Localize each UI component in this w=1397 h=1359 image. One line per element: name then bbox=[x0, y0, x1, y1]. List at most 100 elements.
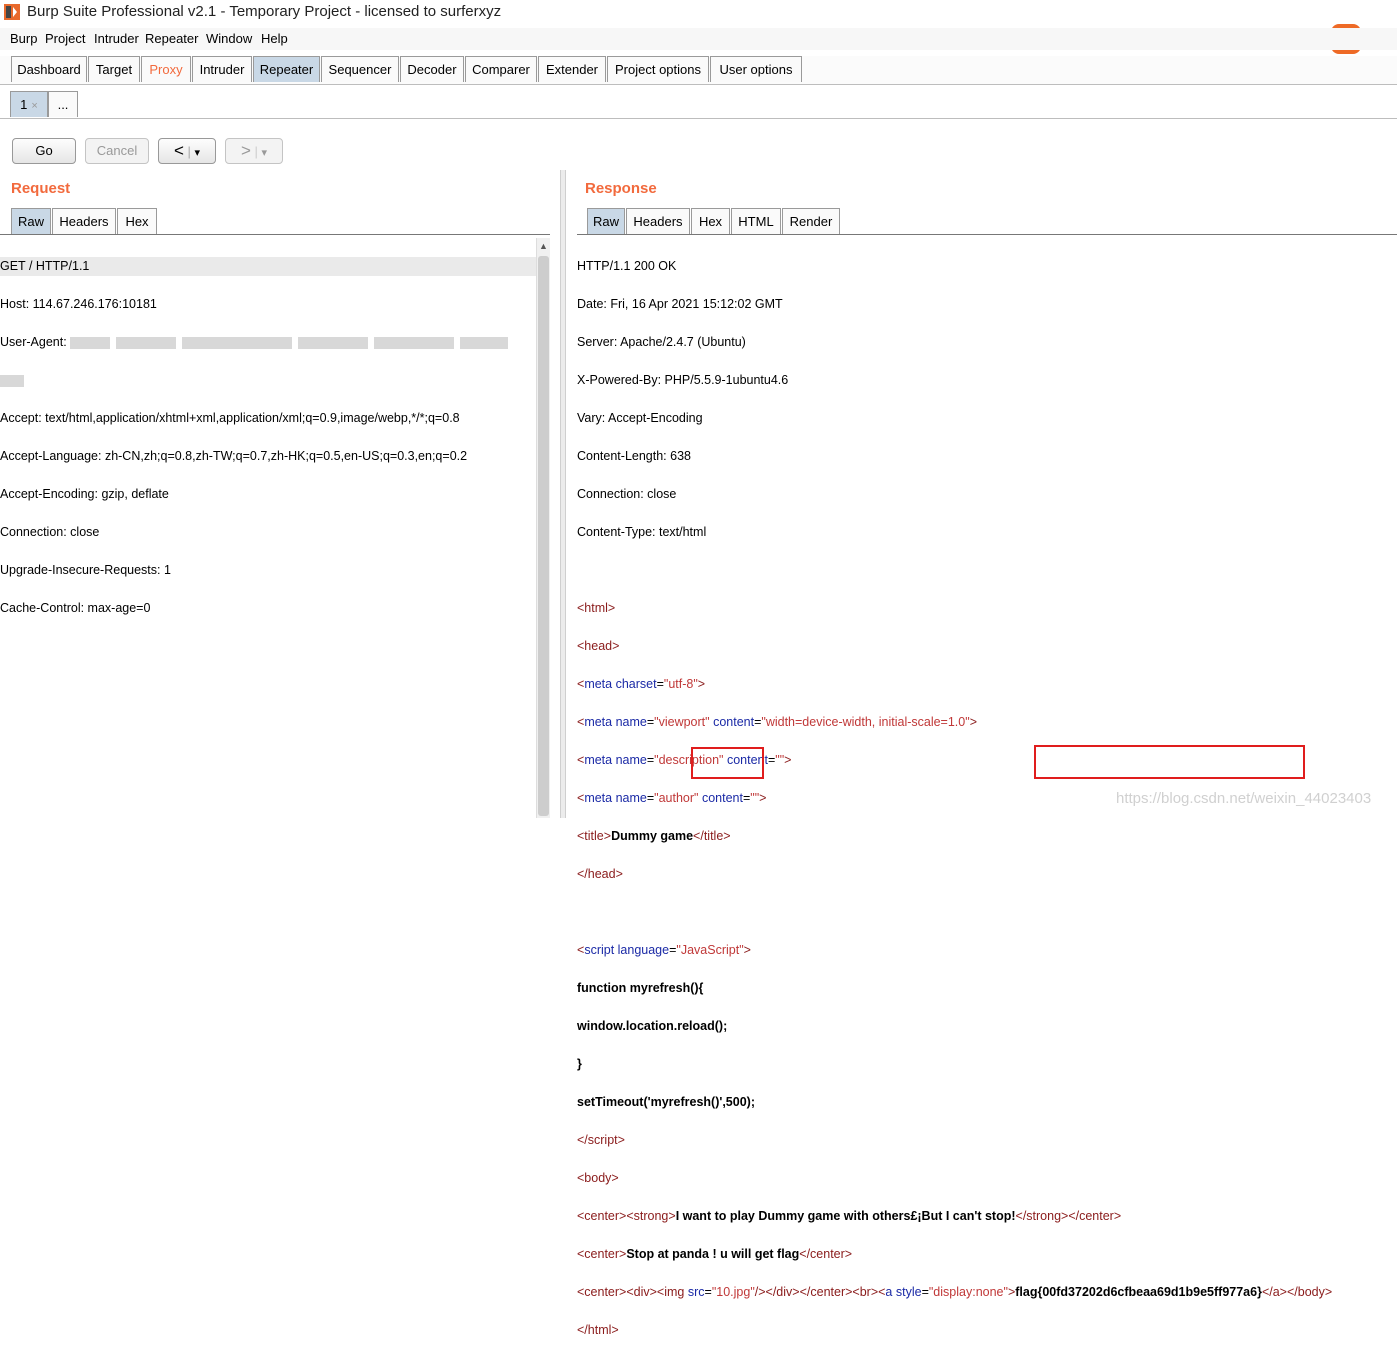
request-tab-headers[interactable]: Headers bbox=[52, 208, 116, 234]
response-header: Content-Length: 638 bbox=[577, 449, 691, 463]
response-header: Content-Type: text/html bbox=[577, 525, 707, 539]
request-tab-label: Raw bbox=[17, 214, 44, 229]
scrollbar-thumb[interactable] bbox=[538, 256, 549, 816]
redacted-block bbox=[460, 336, 509, 349]
html-line: <title>Dummy game</title> bbox=[577, 829, 731, 843]
tab-label: Dashboard bbox=[17, 62, 81, 77]
response-tab-hex[interactable]: Hex bbox=[691, 208, 730, 234]
response-header: Date: Fri, 16 Apr 2021 15:12:02 GMT bbox=[577, 297, 783, 311]
title-bar: Burp Suite Professional v2.1 - Temporary… bbox=[0, 0, 1397, 26]
script-line: } bbox=[577, 1057, 582, 1071]
response-editor[interactable]: HTTP/1.1 200 OK Date: Fri, 16 Apr 2021 1… bbox=[577, 238, 1387, 1337]
back-icon: < bbox=[173, 141, 184, 160]
html-line: <center>Stop at panda ! u will get flag<… bbox=[577, 1247, 853, 1261]
redacted-block bbox=[298, 336, 369, 349]
center-text-2: Stop at panda ! u will get flag bbox=[626, 1247, 800, 1261]
response-tab-html[interactable]: HTML bbox=[731, 208, 781, 234]
response-header: Connection: close bbox=[577, 487, 677, 501]
tab-sequencer[interactable]: Sequencer bbox=[321, 56, 399, 82]
tab-label: Intruder bbox=[199, 62, 245, 77]
repeater-tab-label: 1 bbox=[20, 97, 28, 112]
back-button[interactable]: < | ▾ bbox=[158, 138, 216, 164]
tab-comparer[interactable]: Comparer bbox=[465, 56, 537, 82]
html-line: <meta name="viewport" content="width=dev… bbox=[577, 715, 977, 729]
center-text-1: I want to play Dummy game with others£¡B… bbox=[675, 1209, 1016, 1223]
request-tab-hex[interactable]: Hex bbox=[117, 208, 157, 234]
close-icon[interactable]: × bbox=[31, 100, 37, 112]
tab-intruder[interactable]: Intruder bbox=[192, 56, 252, 82]
request-header: Upgrade-Insecure-Requests: 1 bbox=[0, 563, 171, 577]
tab-dashboard[interactable]: Dashboard bbox=[11, 56, 87, 82]
response-tab-underline bbox=[577, 234, 1397, 235]
repeater-tab-new[interactable]: ... bbox=[48, 91, 78, 117]
tab-label: Comparer bbox=[472, 62, 530, 77]
request-scrollbar[interactable]: ▲ bbox=[536, 238, 550, 818]
response-header: Vary: Accept-Encoding bbox=[577, 411, 703, 425]
request-title: Request bbox=[11, 180, 71, 197]
tab-repeater[interactable]: Repeater bbox=[253, 56, 320, 82]
request-header: Accept-Language: zh-CN,zh;q=0.8,zh-TW;q=… bbox=[0, 449, 468, 463]
new-tab-label: ... bbox=[57, 97, 69, 112]
script-line: function myrefresh(){ bbox=[577, 981, 704, 995]
html-line: <html> bbox=[577, 601, 616, 615]
forward-dropdown-icon[interactable]: ▾ bbox=[262, 147, 268, 159]
script-line: setTimeout('myrefresh()',500); bbox=[577, 1095, 755, 1109]
split-pane-divider[interactable] bbox=[560, 170, 566, 818]
request-header-continuation bbox=[0, 371, 536, 390]
watermark: https://blog.csdn.net/weixin_44023403 bbox=[1116, 790, 1372, 807]
cancel-button[interactable]: Cancel bbox=[85, 138, 149, 164]
tab-proxy[interactable]: Proxy bbox=[141, 56, 191, 82]
menu-intruder[interactable]: Intruder bbox=[94, 31, 139, 46]
request-tab-raw[interactable]: Raw bbox=[11, 208, 51, 234]
forward-button[interactable]: > | ▾ bbox=[225, 138, 283, 164]
request-header-user-agent: User-Agent: bbox=[0, 333, 536, 352]
request-tab-label: Hex bbox=[125, 214, 149, 229]
request-editor[interactable]: GET / HTTP/1.1 Host: 114.67.246.176:1018… bbox=[0, 238, 536, 818]
tab-user-options[interactable]: User options bbox=[710, 56, 802, 82]
redacted-block bbox=[182, 336, 293, 349]
request-header: Host: 114.67.246.176:10181 bbox=[0, 297, 157, 311]
request-tab-underline bbox=[0, 234, 550, 235]
redacted-block bbox=[374, 336, 455, 349]
redacted-block bbox=[70, 336, 111, 349]
repeater-tab-1[interactable]: 1 × bbox=[10, 91, 48, 117]
request-line: GET / HTTP/1.1 bbox=[0, 257, 536, 276]
tab-label: Sequencer bbox=[328, 62, 392, 77]
response-header: X-Powered-By: PHP/5.5.9-1ubuntu4.6 bbox=[577, 373, 789, 387]
tab-label: Extender bbox=[545, 62, 599, 77]
html-line: <script language="JavaScript"> bbox=[577, 943, 751, 957]
tab-project-options[interactable]: Project options bbox=[607, 56, 709, 82]
back-dropdown-icon[interactable]: ▾ bbox=[195, 147, 201, 159]
tab-label: Target bbox=[95, 62, 133, 77]
response-tab-label: Hex bbox=[698, 214, 723, 229]
tab-decoder[interactable]: Decoder bbox=[400, 56, 464, 82]
tab-label: Proxy bbox=[149, 62, 183, 77]
tab-extender[interactable]: Extender bbox=[538, 56, 606, 82]
response-tab-raw[interactable]: Raw bbox=[587, 208, 625, 234]
tab-label: Repeater bbox=[259, 62, 314, 77]
request-tab-label: Headers bbox=[59, 214, 109, 229]
tab-target[interactable]: Target bbox=[88, 56, 140, 82]
response-tab-headers[interactable]: Headers bbox=[626, 208, 690, 234]
menu-burp[interactable]: Burp bbox=[10, 31, 37, 46]
menu-window[interactable]: Window bbox=[206, 31, 252, 46]
go-button[interactable]: Go bbox=[12, 138, 76, 164]
redacted-block bbox=[0, 374, 24, 387]
menu-project[interactable]: Project bbox=[45, 31, 85, 46]
html-line: </head> bbox=[577, 867, 623, 881]
response-tab-label: Headers bbox=[633, 214, 683, 229]
redacted-block bbox=[116, 336, 177, 349]
cancel-label: Cancel bbox=[96, 143, 138, 158]
response-tab-label: HTML bbox=[738, 214, 774, 229]
menu-help[interactable]: Help bbox=[261, 31, 288, 46]
highlight-img-src bbox=[691, 747, 764, 779]
img-src-value: "10.jpg" bbox=[711, 1285, 755, 1299]
main-tabs: Dashboard Target Proxy Intruder Repeater… bbox=[0, 56, 1397, 85]
response-tab-render[interactable]: Render bbox=[782, 208, 840, 234]
go-label: Go bbox=[35, 143, 53, 158]
scroll-up-icon[interactable]: ▲ bbox=[539, 241, 548, 251]
response-header: Server: Apache/2.4.7 (Ubuntu) bbox=[577, 335, 746, 349]
response-tab-label: Raw bbox=[592, 214, 619, 229]
request-header: Accept-Encoding: gzip, deflate bbox=[0, 487, 169, 501]
menu-repeater[interactable]: Repeater bbox=[145, 31, 198, 46]
